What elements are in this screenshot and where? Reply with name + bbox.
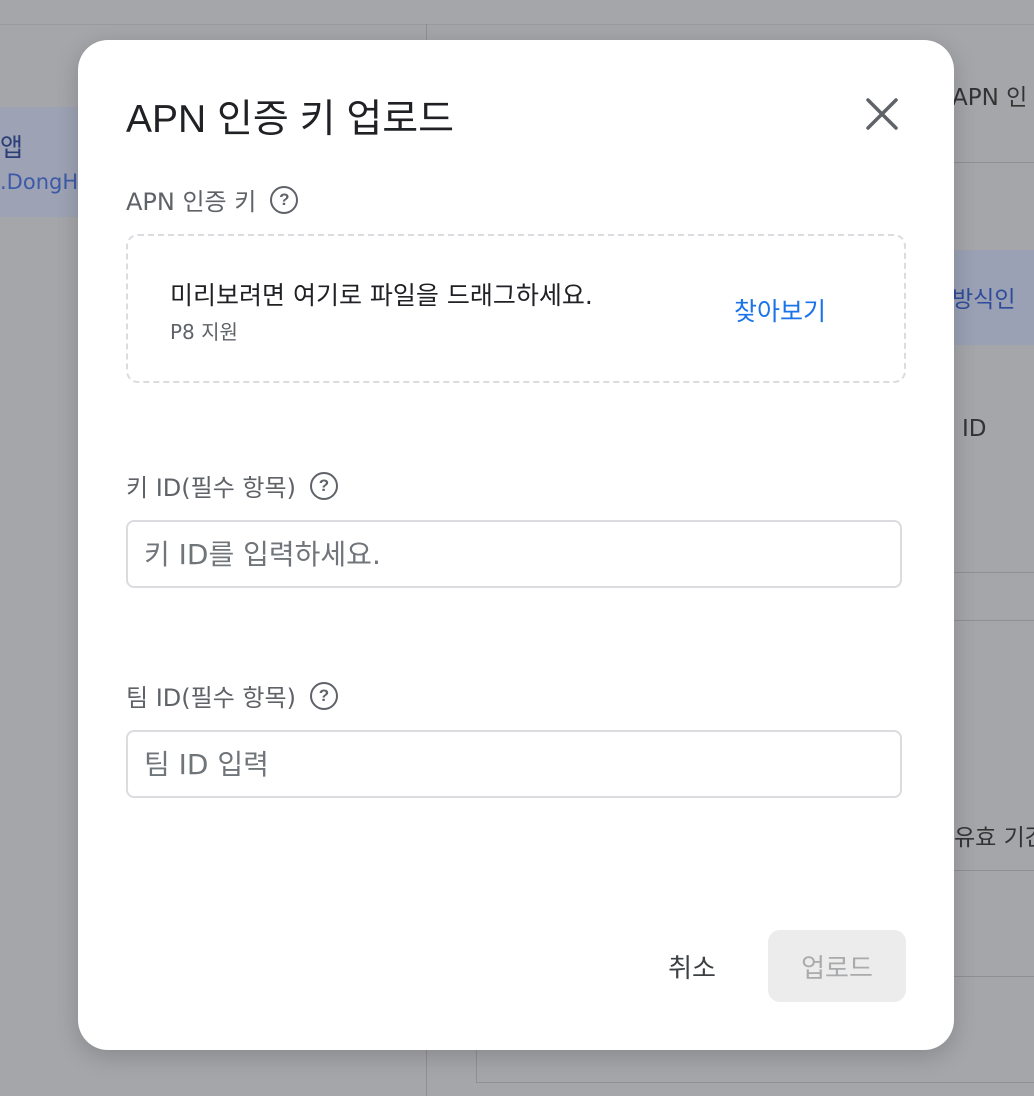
close-button[interactable]: [860, 92, 904, 136]
apn-key-label-row: APN 인증 키 ?: [126, 182, 299, 217]
background-app-bundle-id: .DongH: [0, 170, 79, 194]
upload-button[interactable]: 업로드: [768, 930, 906, 1002]
dialog-title: APN 인증 키 업로드: [126, 98, 454, 141]
background-method-text: 방식인: [952, 287, 1016, 313]
team-id-label: 팀 ID(필수 항목): [126, 684, 296, 712]
background-divider-line: [954, 976, 1034, 977]
team-id-label-row: 팀 ID(필수 항목) ?: [126, 678, 338, 713]
dropzone-instruction: 미리보려면 여기로 파일을 드래그하세요.: [170, 281, 593, 310]
background-expiry-text: 유효 기간: [954, 825, 1034, 851]
browse-link[interactable]: 찾아보기: [734, 292, 826, 328]
key-id-label: 키 ID(필수 항목): [126, 474, 296, 502]
background-top-bar: [0, 0, 1034, 25]
key-id-input[interactable]: [126, 520, 902, 588]
background-app-title: 앱: [0, 133, 24, 162]
background-divider-line: [954, 620, 1034, 621]
file-dropzone[interactable]: 미리보려면 여기로 파일을 드래그하세요. P8 지원 찾아보기: [126, 234, 906, 383]
upload-apn-key-dialog: APN 인증 키 업로드 APN 인증 키 ? 미리보려면 여기로 파일을 드래…: [78, 40, 954, 1050]
close-icon: [866, 98, 898, 130]
key-id-label-row: 키 ID(필수 항목) ?: [126, 468, 338, 503]
dropzone-supported-format: P8 지원: [170, 320, 238, 344]
cancel-button[interactable]: 취소: [644, 930, 740, 1002]
team-id-input[interactable]: [126, 730, 902, 798]
background-id-text: ID: [962, 416, 987, 442]
apn-key-label: APN 인증 키: [126, 188, 257, 216]
background-divider-line: [954, 162, 1034, 163]
help-icon[interactable]: ?: [309, 681, 338, 710]
background-divider-line: [954, 572, 1034, 573]
background-apn-text: APN 인: [952, 85, 1028, 111]
help-icon[interactable]: ?: [309, 471, 338, 500]
background-divider-line: [954, 870, 1034, 871]
help-icon[interactable]: ?: [270, 185, 299, 214]
